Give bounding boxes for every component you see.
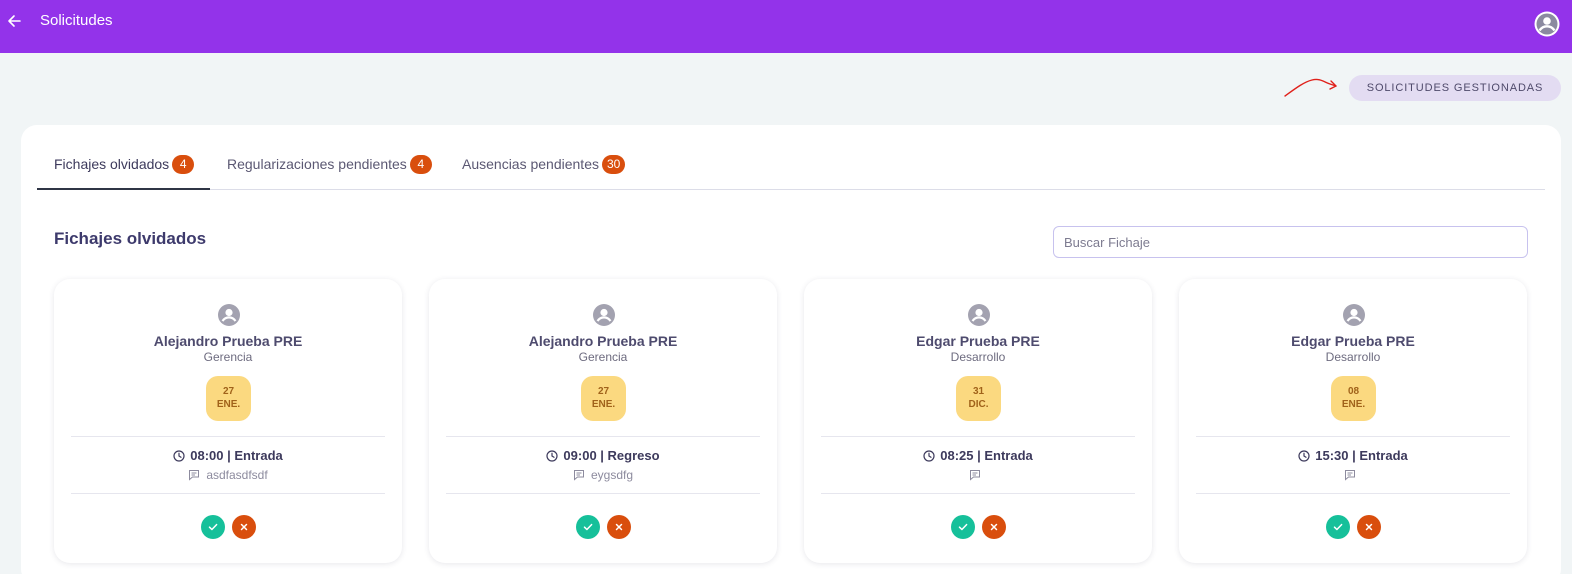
reject-button[interactable] [607, 515, 631, 539]
date-day: 27 [222, 386, 235, 397]
reject-button[interactable] [1357, 515, 1381, 539]
comment-icon [189, 470, 200, 481]
date-month: ENE. [591, 399, 616, 410]
comment-icon [573, 470, 584, 481]
reject-button[interactable] [982, 515, 1006, 539]
top-app-bar: Solicitudes [0, 0, 1572, 53]
date-day: 31 [972, 386, 985, 397]
comment-row [1179, 468, 1527, 482]
tab-label: Ausencias pendientes [462, 156, 599, 172]
date-month: DIC. [968, 399, 989, 410]
approve-button[interactable] [951, 515, 975, 539]
check-icon [1333, 523, 1343, 531]
clock-icon [546, 450, 559, 462]
date-day: 08 [1347, 386, 1360, 397]
date-day: 27 [597, 386, 610, 397]
clock-icon [923, 450, 935, 462]
employee-department: Desarrollo [950, 350, 1006, 364]
employee-department: Desarrollo [1325, 350, 1381, 364]
comment-text: eygsdfg [590, 468, 634, 482]
date-chip: 08 ENE. [1331, 376, 1376, 421]
employee-name: Edgar Prueba PRE [1291, 333, 1415, 349]
comment-icon [970, 470, 980, 481]
employee-department: Gerencia [578, 350, 628, 364]
divider [446, 436, 760, 437]
requests-panel: Fichajes olvidados 4 Regularizaciones pen… [21, 125, 1561, 574]
date-chip: 27 ENE. [581, 376, 626, 421]
time-row: 08:25 | Entrada [804, 448, 1152, 463]
tab-regularizaciones-pendientes[interactable]: Regularizaciones pendientes 4 [227, 149, 432, 190]
employee-name: Alejandro Prueba PRE [528, 333, 678, 349]
tab-count-badge: 30 [602, 155, 626, 174]
user-avatar-icon [592, 303, 616, 327]
account-avatar-icon[interactable] [1533, 10, 1561, 38]
search-input[interactable] [1053, 226, 1528, 258]
time-entry: 15:30 | Entrada [1315, 448, 1408, 463]
employee-name: Edgar Prueba PRE [916, 333, 1040, 349]
check-icon [583, 523, 593, 531]
user-avatar-icon [967, 303, 991, 327]
divider [1196, 436, 1510, 437]
comment-row [804, 468, 1152, 482]
tab-bar: Fichajes olvidados 4 Regularizaciones pen… [37, 149, 1545, 190]
check-icon [958, 523, 968, 531]
request-card: Alejandro Prueba PRE Gerencia 27 ENE. 08:… [54, 279, 402, 563]
user-avatar-icon [217, 303, 241, 327]
divider [71, 436, 385, 437]
time-entry: 09:00 | Regreso [563, 448, 660, 463]
tab-count-badge: 4 [409, 155, 432, 174]
date-month: ENE. [1341, 399, 1366, 410]
time-entry: 08:25 | Entrada [940, 448, 1033, 463]
tab-count-badge: 4 [172, 155, 195, 174]
close-icon [615, 523, 623, 531]
date-chip: 31 DIC. [956, 376, 1001, 421]
divider [1196, 493, 1510, 494]
tab-ausencias-pendientes[interactable]: Ausencias pendientes 30 [462, 149, 626, 190]
employee-name: Alejandro Prueba PRE [153, 333, 303, 349]
divider [821, 436, 1135, 437]
tab-fichajes-olvidados[interactable]: Fichajes olvidados 4 [37, 149, 210, 190]
request-card: Alejandro Prueba PRE Gerencia 27 ENE. 09:… [429, 279, 777, 563]
divider [446, 493, 760, 494]
reject-button[interactable] [232, 515, 256, 539]
section-title: Fichajes olvidados [54, 229, 207, 248]
annotation-arrow-icon [1284, 74, 1340, 100]
close-icon [990, 523, 998, 531]
comment-text: asdfasdfsdf [206, 468, 268, 482]
check-icon [208, 523, 218, 531]
approve-button[interactable] [201, 515, 225, 539]
clock-icon [173, 450, 185, 462]
comment-row: eygsdfg [429, 468, 777, 482]
date-chip: 27 ENE. [206, 376, 251, 421]
request-card: Edgar Prueba PRE Desarrollo 31 DIC. 08:25… [804, 279, 1152, 563]
page-title: Solicitudes [40, 12, 113, 29]
comment-icon [1345, 470, 1355, 481]
divider [71, 493, 385, 494]
user-avatar-icon [1342, 303, 1366, 327]
time-row: 08:00 | Entrada [54, 448, 402, 463]
close-icon [240, 523, 248, 531]
approve-button[interactable] [576, 515, 600, 539]
tab-label: Regularizaciones pendientes [227, 156, 407, 172]
request-card: Edgar Prueba PRE Desarrollo 08 ENE. 15:30… [1179, 279, 1527, 563]
time-row: 09:00 | Regreso [429, 448, 777, 463]
divider [821, 493, 1135, 494]
approve-button[interactable] [1326, 515, 1350, 539]
time-entry: 08:00 | Entrada [190, 448, 283, 463]
comment-row: asdfasdfsdf [54, 468, 402, 482]
employee-department: Gerencia [203, 350, 253, 364]
time-row: 15:30 | Entrada [1179, 448, 1527, 463]
clock-icon [1298, 450, 1310, 462]
close-icon [1365, 523, 1373, 531]
managed-requests-button[interactable]: SOLICITUDES GESTIONADAS [1349, 75, 1561, 101]
date-month: ENE. [216, 399, 241, 410]
back-arrow-icon[interactable] [5, 12, 23, 30]
tab-label: Fichajes olvidados [54, 156, 170, 172]
